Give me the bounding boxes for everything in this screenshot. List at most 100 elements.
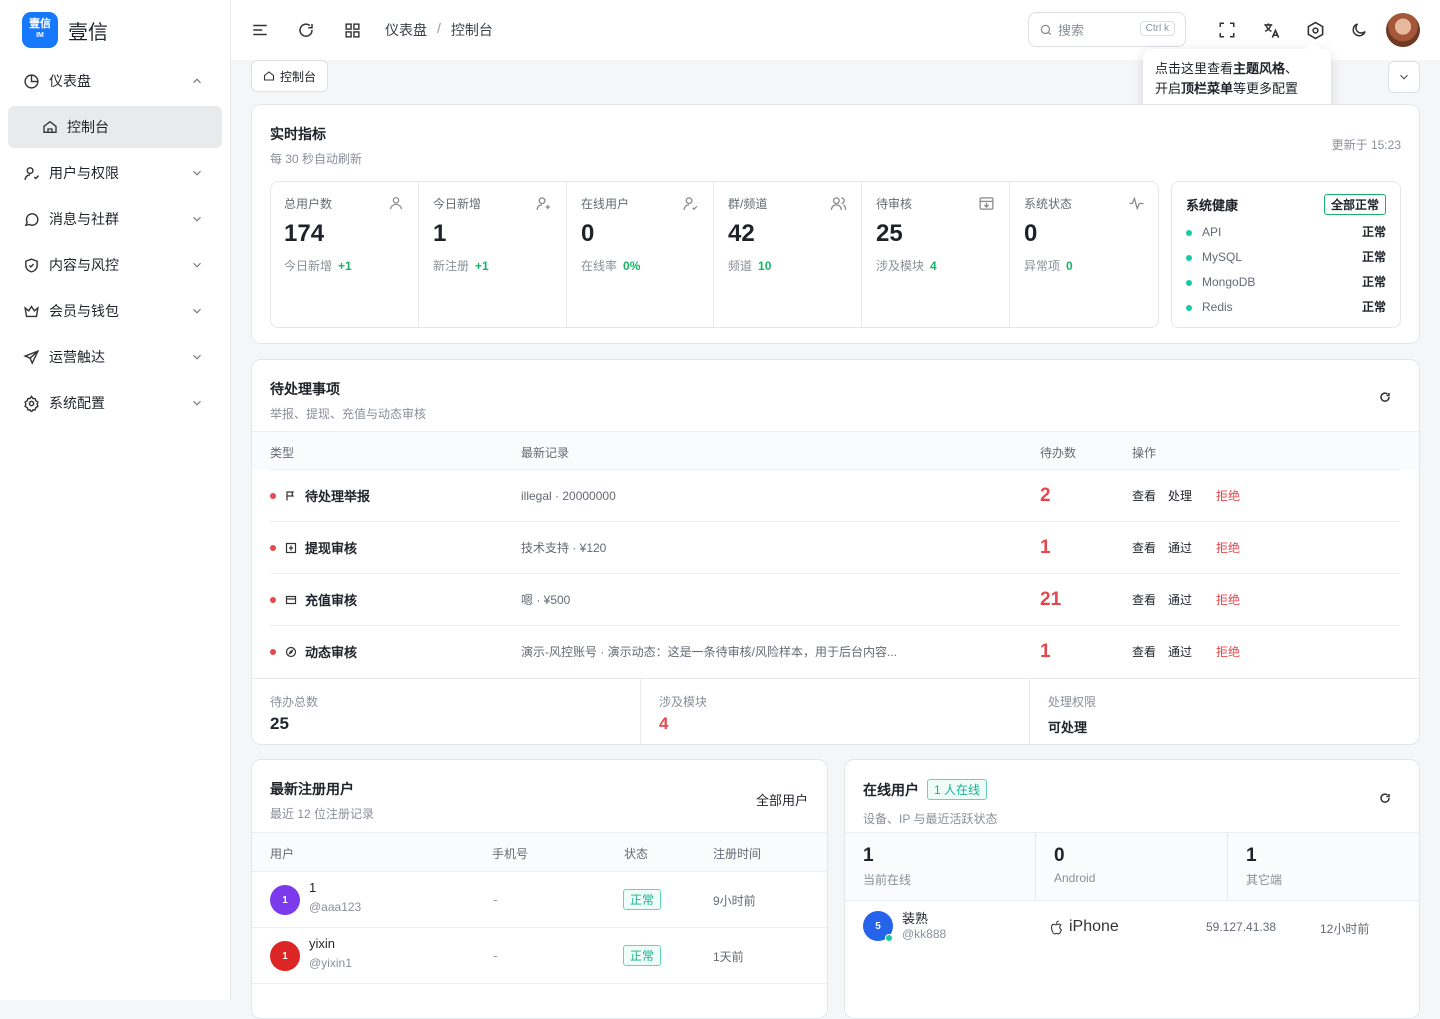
metric-online-users: 在线用户 0 在线率 0% [567,181,714,328]
grid-icon[interactable] [341,19,363,41]
sidebar-item-label: 消息与社群 [49,211,119,227]
user-name: yixin [309,936,336,951]
user-name: 1 [309,880,317,895]
table-row [252,983,827,1000]
status-badge: 全部正常 [1323,194,1386,215]
row-record: illegal · 20000000 [521,488,616,503]
process-button[interactable]: 处理 [1168,487,1192,504]
user-phone: - [493,892,498,907]
refresh-icon[interactable] [1379,792,1391,807]
fullscreen-icon[interactable] [1216,19,1238,41]
column-header-count: 待办数 [1040,446,1077,460]
sidebar-item-label: 内容与风控 [49,257,119,273]
updated-time: 更新于 15:23 [1331,138,1401,152]
metric-sub: 今日新增 [284,259,333,273]
metric-delta: 0 [1066,259,1073,273]
table-row[interactable]: 1 1 @aaa123 - 正常 9小时前 [252,871,827,927]
card-title: 实时指标 [270,126,326,142]
metric-value: 174 [284,220,325,247]
approve-button[interactable]: 通过 [1168,643,1192,660]
row-count: 21 [1040,588,1062,610]
search-input[interactable]: 搜索 Ctrl k [1028,12,1186,47]
row-count: 2 [1040,484,1051,506]
withdraw-icon [285,542,297,554]
stat-value: 1 [863,845,874,866]
register-time: 9小时前 [713,894,756,908]
approve-button[interactable]: 通过 [1168,591,1192,608]
row-count: 1 [1040,640,1051,662]
tab-console[interactable]: 控制台 [251,60,329,92]
sidebar-sub-label: 控制台 [67,119,109,135]
settings-hex-icon[interactable] [1304,19,1326,41]
metric-delta: 4 [930,259,937,273]
refresh-icon[interactable] [295,19,317,41]
view-button[interactable]: 查看 [1132,487,1156,504]
refresh-icon[interactable] [1379,391,1391,406]
user-name: 装熟 [902,911,929,926]
table-row[interactable]: 1 yixin @yixin1 - 正常 1天前 [252,927,827,983]
table-row: 动态审核 演示-风控账号 · 演示动态：这是一条待审核/风险样本，用于后台内容.… [270,625,1400,677]
reject-button[interactable]: 拒绝 [1216,487,1240,504]
summary-value: 25 [270,714,289,733]
sidebar-item-operations[interactable]: 运营触达 [8,334,222,380]
metric-today-new: 今日新增 1 新注册 +1 [419,181,567,328]
app-logo[interactable]: 壹信 IM 壹信 [22,12,108,48]
service-status: 正常 [1361,275,1386,289]
reject-button[interactable]: 拒绝 [1216,643,1240,660]
tab-dropdown-button[interactable] [1388,61,1420,93]
search-shortcut: Ctrl k [1139,21,1175,36]
view-button[interactable]: 查看 [1132,591,1156,608]
sidebar-item-label: 系统配置 [49,395,105,411]
health-row-redis: Redis 正常 [1186,294,1386,319]
chevron-down-icon [193,262,201,268]
view-button[interactable]: 查看 [1132,539,1156,556]
online-dot [885,934,893,942]
user-handle: @yixin1 [309,956,352,970]
chevron-down-icon [193,400,201,406]
reject-button[interactable]: 拒绝 [1216,591,1240,608]
health-row-mongodb: MongoDB 正常 [1186,269,1386,294]
sidebar-item-label: 会员与钱包 [49,303,119,319]
user-avatar[interactable] [1386,13,1420,47]
sidebar-item-messages[interactable]: 消息与社群 [8,196,222,242]
sidebar-item-label: 仪表盘 [49,73,91,89]
stat-other: 1 其它端 [1228,833,1419,901]
card-title: 在线用户 [863,781,919,798]
compass-icon [285,646,297,658]
translate-icon[interactable] [1260,19,1282,41]
all-users-link[interactable]: 全部用户 [756,790,808,809]
online-count-badge: 1 人在线 [927,779,988,800]
online-user-row[interactable]: 5 装熟 @kk888 iPhone 59.127.41.38 12小时前 [845,901,1419,957]
dark-mode-icon[interactable] [1348,19,1370,41]
column-header-status: 状态 [624,847,649,861]
sidebar-item-content[interactable]: 内容与风控 [8,242,222,288]
reject-button[interactable]: 拒绝 [1216,539,1240,556]
column-header-type: 类型 [270,446,295,460]
chat-bubble-icon [22,210,40,228]
column-header-time: 注册时间 [713,847,762,861]
sidebar-item-membership[interactable]: 会员与钱包 [8,288,222,334]
breadcrumb-separator: / [437,20,441,36]
user-handle: @aaa123 [309,900,362,914]
sidebar-item-users[interactable]: 用户与权限 [8,150,222,196]
metric-delta: +1 [338,259,352,273]
user-icon [388,195,404,214]
card-title: 待处理事项 [270,381,340,397]
summary-value: 4 [659,714,669,733]
avatar: 1 [270,885,300,915]
breadcrumb-item-dashboard[interactable]: 仪表盘 [385,20,427,40]
stat-value: 0 [1054,845,1065,866]
chevron-down-icon [1400,74,1408,80]
row-type: 提现审核 [305,541,358,556]
service-name: API [1202,224,1222,239]
view-button[interactable]: 查看 [1132,643,1156,660]
service-name: Redis [1202,299,1233,314]
sidebar-item-dashboard[interactable]: 仪表盘 [8,58,222,104]
settings-tooltip: 点击这里查看主题风格、 开启顶栏菜单等更多配置 [1143,49,1331,112]
menu-toggle-icon[interactable] [249,19,271,41]
ip-address: 59.127.41.38 [1206,920,1277,934]
sidebar-item-console[interactable]: 控制台 [8,106,222,148]
sidebar-item-system[interactable]: 系统配置 [8,380,222,426]
column-header-phone: 手机号 [492,847,529,861]
approve-button[interactable]: 通过 [1168,539,1192,556]
